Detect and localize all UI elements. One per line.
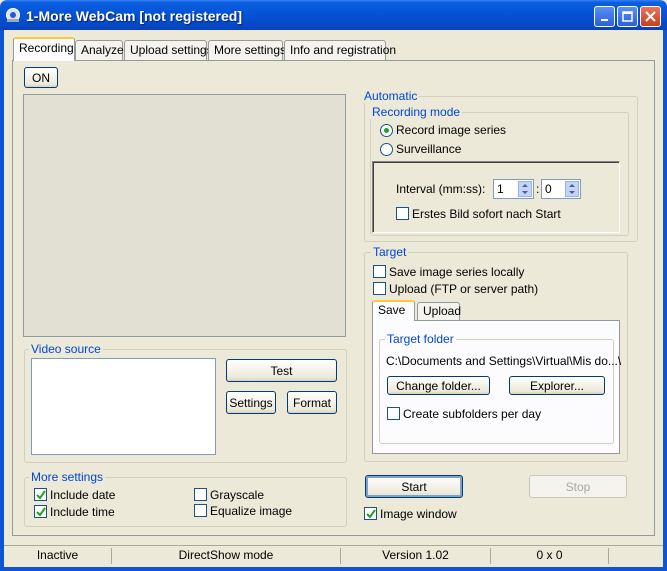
- test-button[interactable]: Test: [226, 359, 337, 382]
- tab-analyze[interactable]: Analyze: [75, 40, 124, 60]
- tab-save[interactable]: Save: [372, 300, 415, 321]
- save-locally-checkbox[interactable]: [373, 265, 386, 278]
- upload-checkbox[interactable]: [373, 282, 386, 295]
- include-time-label[interactable]: Include time: [50, 505, 115, 519]
- include-time-checkbox[interactable]: [34, 505, 47, 518]
- window-frame-right: [663, 30, 667, 571]
- equalize-label[interactable]: Equalize image: [210, 504, 292, 518]
- include-date-label[interactable]: Include date: [50, 488, 115, 502]
- record-series-radio[interactable]: [380, 124, 393, 137]
- close-icon: [645, 11, 656, 22]
- tab-upload-settings[interactable]: Upload settings: [124, 40, 213, 60]
- record-series-label[interactable]: Record image series: [396, 123, 506, 137]
- first-image-label[interactable]: Erstes Bild sofort nach Start: [412, 207, 561, 221]
- interval-minutes-spinner[interactable]: [518, 181, 532, 197]
- status-size: 0 x 0: [491, 548, 609, 564]
- tab-upload[interactable]: Upload: [417, 302, 461, 320]
- equalize-checkbox[interactable]: [194, 504, 207, 517]
- interval-label: Interval (mm:ss):: [396, 182, 486, 196]
- video-preview: [23, 94, 346, 337]
- upload-label[interactable]: Upload (FTP or server path): [389, 282, 538, 296]
- window-frame-left: [0, 30, 4, 571]
- status-version: Version 1.02: [341, 548, 491, 564]
- subfolders-label[interactable]: Create subfolders per day: [403, 407, 541, 421]
- window-frame-bottom: [0, 567, 667, 571]
- more-settings-group: [24, 477, 347, 527]
- surveillance-label[interactable]: Surveillance: [396, 142, 461, 156]
- first-image-checkbox[interactable]: [396, 207, 409, 220]
- maximize-button[interactable]: [617, 6, 638, 27]
- interval-separator: :: [536, 182, 540, 196]
- automatic-title: Automatic: [362, 89, 420, 103]
- tab-more-settings[interactable]: More settings: [208, 40, 286, 60]
- interval-seconds-input[interactable]: 0: [541, 179, 581, 199]
- video-source-title: Video source: [29, 342, 103, 356]
- spin-arrows-icon: [569, 184, 575, 194]
- interval-minutes-input[interactable]: 1: [493, 179, 534, 199]
- minimize-icon: [600, 18, 608, 21]
- window-title: 1-More WebCam [not registered]: [26, 8, 242, 24]
- tab-recording[interactable]: Recording: [13, 37, 75, 61]
- status-mode: DirectShow mode: [112, 548, 341, 564]
- checkmark-icon: [35, 506, 46, 517]
- app-icon[interactable]: [5, 7, 21, 23]
- grayscale-checkbox[interactable]: [194, 488, 207, 501]
- stop-button[interactable]: Stop: [529, 475, 627, 498]
- minimize-button[interactable]: [594, 6, 615, 27]
- interval-seconds-value: 0: [545, 182, 552, 196]
- format-button[interactable]: Format: [287, 391, 337, 414]
- start-button[interactable]: Start: [365, 475, 463, 498]
- grayscale-label[interactable]: Grayscale: [210, 488, 264, 502]
- spin-arrows-icon: [522, 184, 528, 194]
- close-button[interactable]: [640, 6, 661, 27]
- tab-info-registration[interactable]: Info and registration: [284, 40, 396, 60]
- maximize-icon: [622, 11, 633, 22]
- more-settings-title: More settings: [29, 470, 106, 484]
- surveillance-radio[interactable]: [380, 143, 393, 156]
- explorer-button[interactable]: Explorer...: [509, 376, 605, 395]
- status-state: Inactive: [4, 548, 112, 564]
- video-source-list[interactable]: [31, 358, 216, 455]
- change-folder-button[interactable]: Change folder...: [387, 376, 490, 395]
- interval-seconds-spinner[interactable]: [565, 181, 579, 197]
- interval-minutes-value: 1: [497, 182, 504, 196]
- target-folder-title: Target folder: [385, 332, 456, 346]
- target-title: Target: [371, 245, 409, 259]
- on-button[interactable]: ON: [24, 67, 58, 88]
- recording-mode-title: Recording mode: [370, 105, 463, 119]
- subfolders-checkbox[interactable]: [387, 407, 400, 420]
- target-folder-path: C:\Documents and Settings\Virtual\Mis do…: [386, 354, 622, 368]
- checkmark-icon: [35, 489, 46, 500]
- save-locally-label[interactable]: Save image series locally: [389, 265, 524, 279]
- include-date-checkbox[interactable]: [34, 488, 47, 501]
- checkmark-icon: [365, 508, 376, 519]
- image-window-checkbox[interactable]: [364, 507, 377, 520]
- settings-button[interactable]: Settings: [226, 391, 276, 414]
- image-window-label[interactable]: Image window: [380, 507, 457, 521]
